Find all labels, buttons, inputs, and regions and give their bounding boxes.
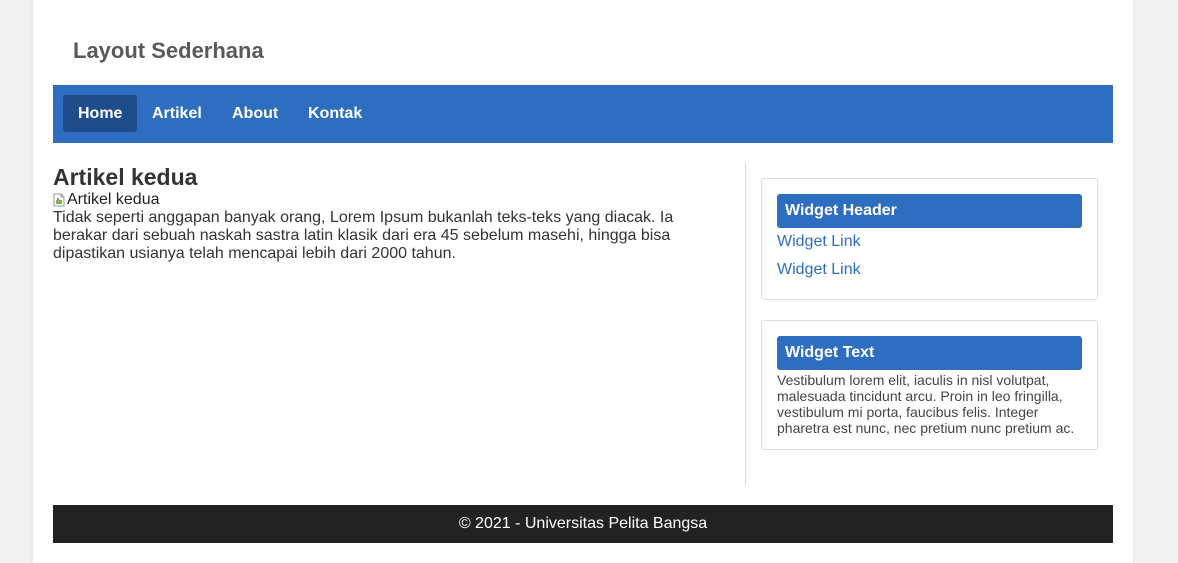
article-title: Artikel kedua bbox=[53, 164, 198, 190]
article: Artikel kedua Artikel kedua Tidak sepert… bbox=[53, 163, 745, 263]
widget-links: Widget Header Widget Link Widget Link bbox=[761, 178, 1098, 300]
nav-item-about[interactable]: About bbox=[217, 95, 293, 132]
footer: © 2021 - Universitas Pelita Bangsa bbox=[53, 505, 1113, 543]
widget-text: Widget Text Vestibulum lorem elit, iacul… bbox=[761, 320, 1098, 450]
widget-text-body: Vestibulum lorem elit, iaculis in nisl v… bbox=[777, 372, 1075, 436]
widget-link[interactable]: Widget Link bbox=[777, 233, 861, 251]
article-body: Tidak seperti anggapan banyak orang, Lor… bbox=[53, 209, 674, 262]
article-image: Artikel kedua bbox=[53, 191, 745, 209]
site-title: Layout Sederhana bbox=[73, 38, 264, 63]
widget-link[interactable]: Widget Link bbox=[777, 261, 861, 279]
broken-image-icon bbox=[53, 193, 65, 207]
nav-item-artikel[interactable]: Artikel bbox=[137, 95, 217, 132]
main-content: Artikel kedua Artikel kedua Tidak sepert… bbox=[53, 163, 746, 485]
main-navbar: Home Artikel About Kontak bbox=[53, 85, 1113, 143]
nav-item-home[interactable]: Home bbox=[63, 95, 138, 132]
article-image-alt-text: Artikel kedua bbox=[67, 191, 160, 208]
widget-text-header: Widget Text bbox=[777, 336, 1082, 370]
nav-item-kontak[interactable]: Kontak bbox=[293, 95, 377, 132]
widget-header: Widget Header bbox=[777, 194, 1082, 228]
page-container: Layout Sederhana Home Artikel About Kont… bbox=[33, 0, 1133, 563]
